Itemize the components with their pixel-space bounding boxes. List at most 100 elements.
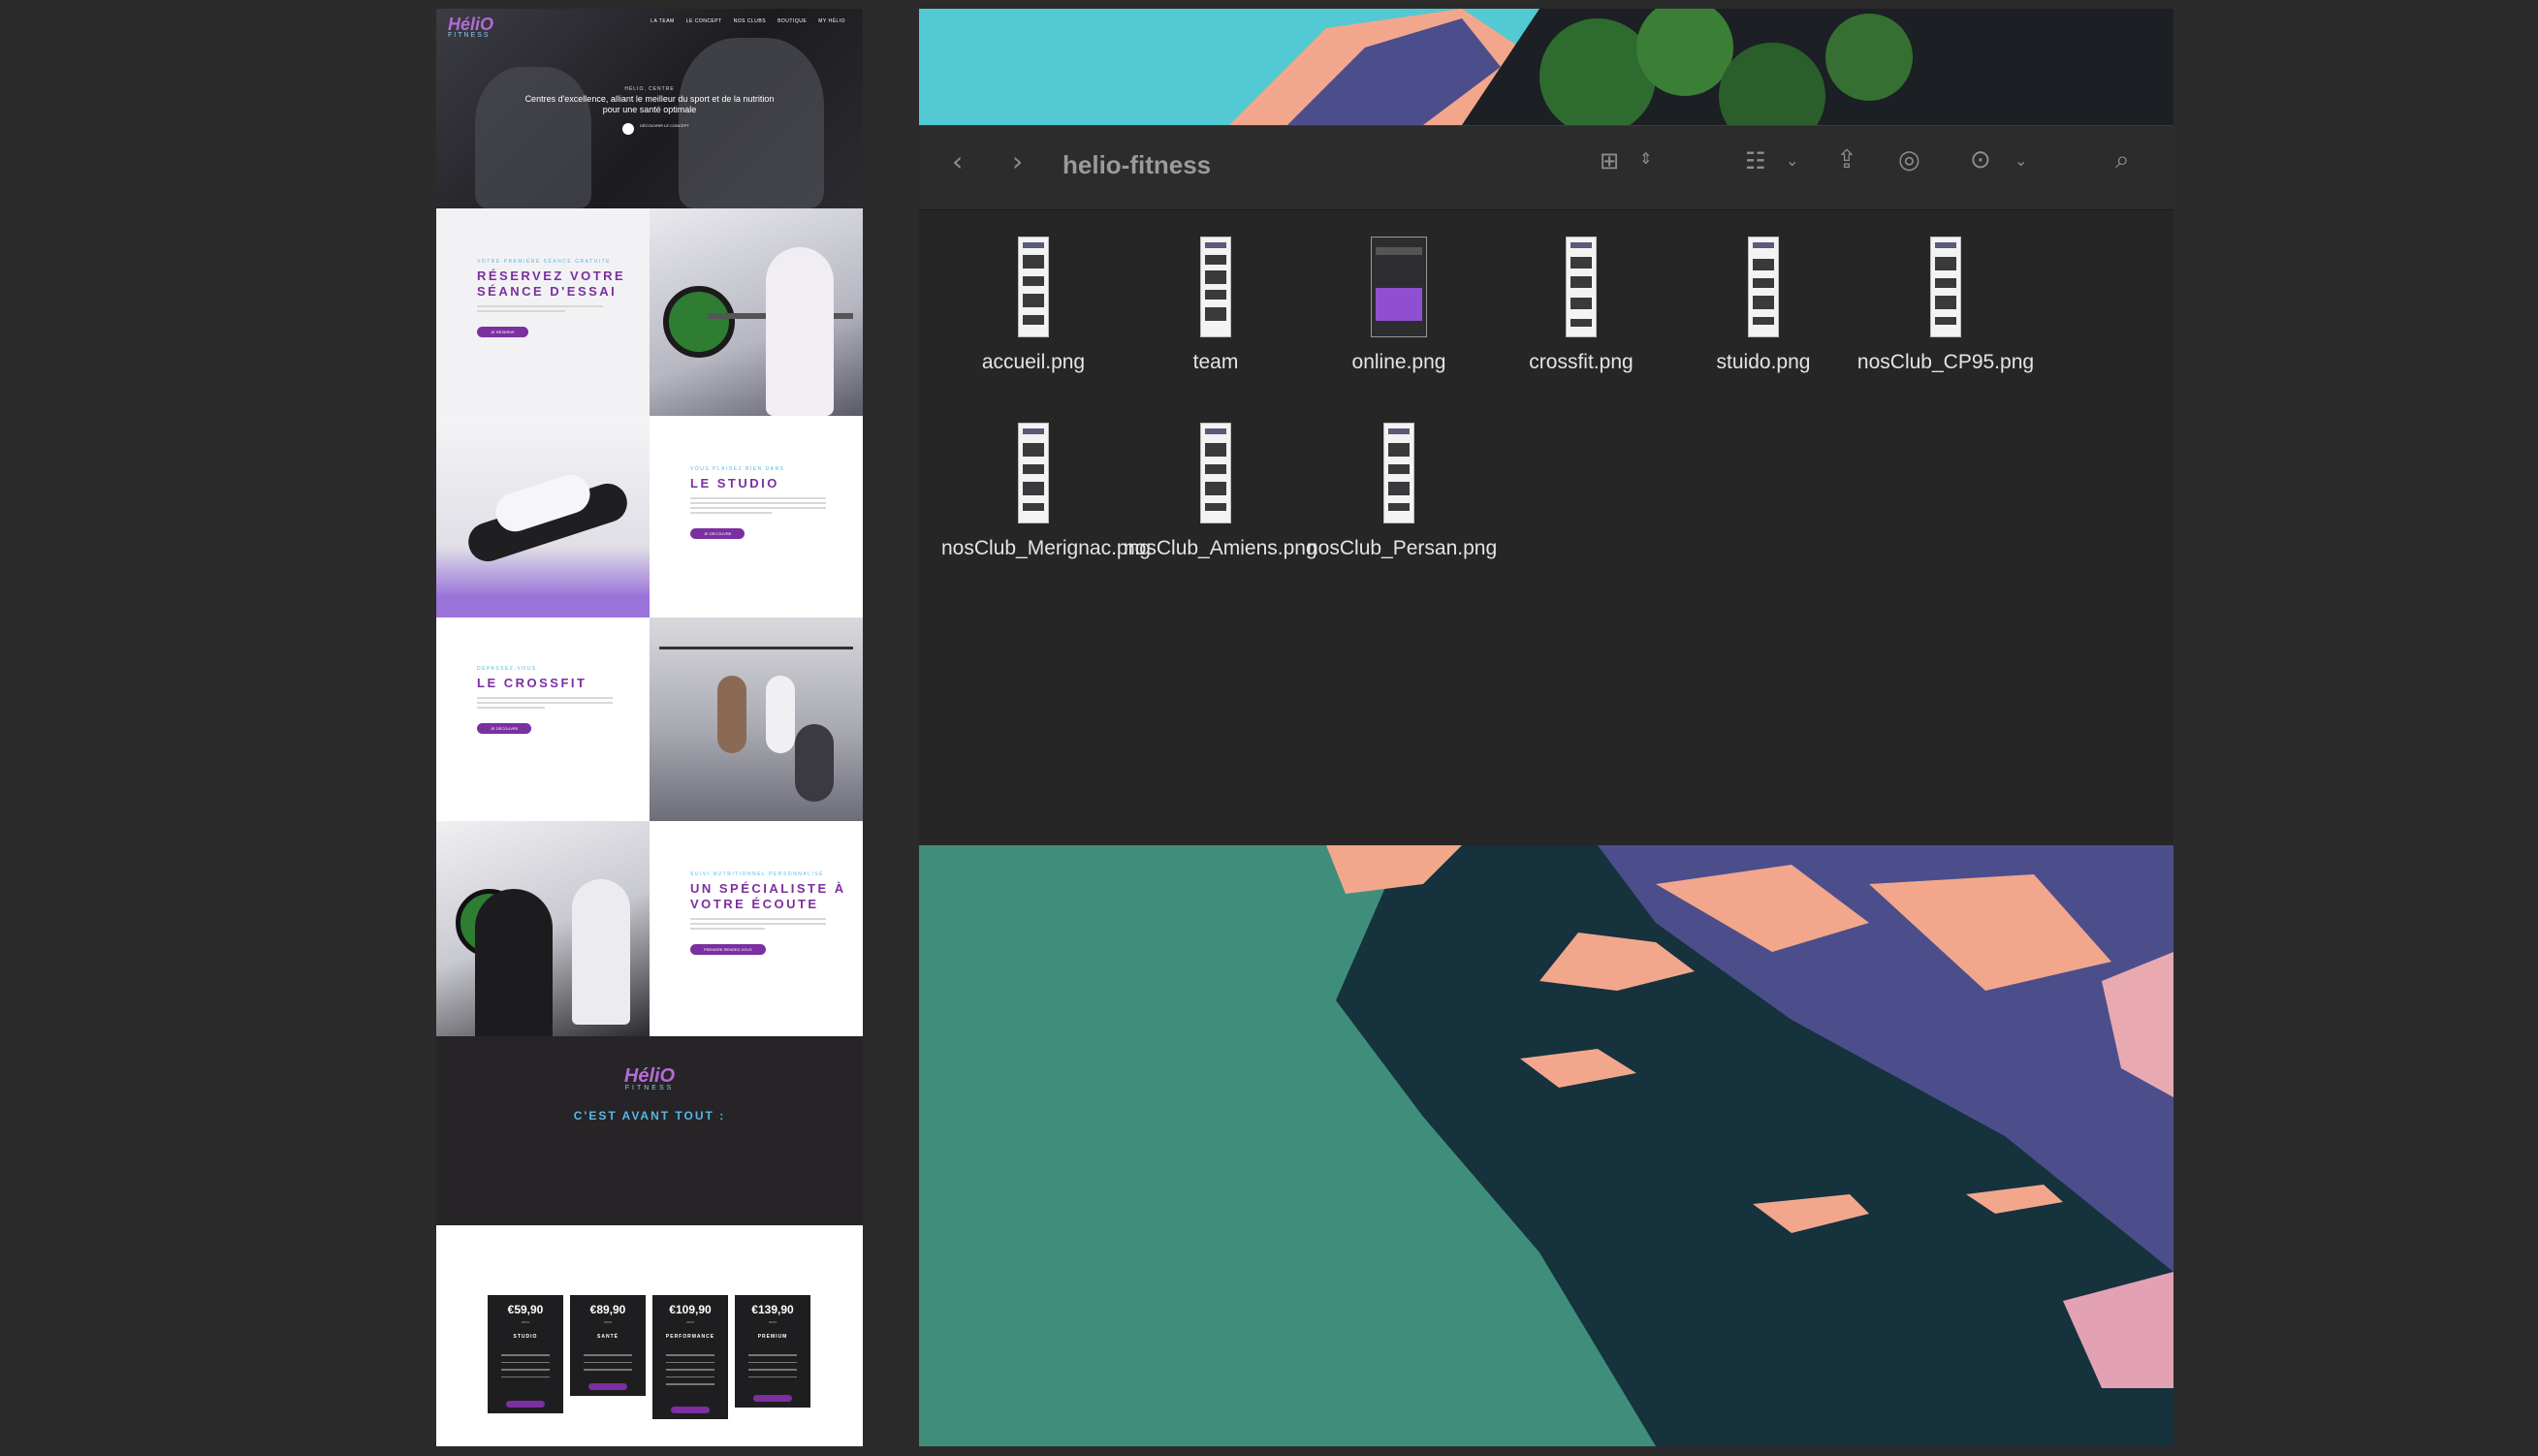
section-title: RÉSERVEZ VOTRE SÉANCE D'ESSAI xyxy=(477,269,626,299)
coaching-photo xyxy=(436,821,650,1036)
plan-name: PERFORMANCE xyxy=(665,1334,715,1340)
group-icon[interactable]: ☷ xyxy=(1745,147,1766,174)
nav-item: LA TEAM xyxy=(650,18,675,24)
pricing-card: €139,90 /MOIS PREMIUM xyxy=(735,1295,810,1408)
trial-session-section: VOTRE PREMIÈRE SÉANCE GRATUITE RÉSERVEZ … xyxy=(436,208,650,416)
plan-button xyxy=(671,1407,710,1413)
hero-section: HéliO FITNESS LA TEAM LE CONCEPT NOS CLUB… xyxy=(436,9,863,208)
nav-item: BOUTIQUE xyxy=(777,18,808,24)
nav-item: LE CONCEPT xyxy=(685,18,722,24)
file-thumbnail xyxy=(1566,237,1597,337)
hero-photo-figure xyxy=(679,38,824,208)
plan-period: /MOIS xyxy=(603,1320,613,1324)
pricing-card: €59,90 /MOIS STUDIO xyxy=(488,1295,563,1413)
crossfit-section: DÉPASSEZ-VOUS LE CROSSFIT JE DÉCOUVRE xyxy=(436,617,650,821)
footer-logo: HéliO FITNESS xyxy=(623,1065,676,1092)
section-eyebrow: SUIVI NUTRITIONNEL PERSONNALISÉ xyxy=(690,871,824,877)
file-name: crossfit.png xyxy=(1529,351,1634,373)
file-name: nosClub_Merignac.png xyxy=(941,537,1151,559)
chevron-updown-icon[interactable]: ⇕ xyxy=(1639,149,1652,168)
hero-scroll-label: DÉCOUVRIR LE CONCEPT xyxy=(640,123,689,128)
file-name: stuido.png xyxy=(1716,351,1811,373)
website-preview: HéliO FITNESS LA TEAM LE CONCEPT NOS CLUB… xyxy=(436,9,863,1446)
section-title: LE CROSSFIT xyxy=(477,676,587,690)
plan-name: PREMIUM xyxy=(757,1334,788,1340)
file-thumbnail xyxy=(1930,237,1961,337)
section-eyebrow: VOTRE PREMIÈRE SÉANCE GRATUITE xyxy=(477,259,611,265)
plan-button xyxy=(753,1395,792,1402)
hero-tagline: Centres d'excellence, alliant le meilleu… xyxy=(524,94,775,114)
plan-name: SANTÉ xyxy=(597,1334,619,1340)
site-logo: HéliO FITNESS xyxy=(448,15,494,39)
nutrition-section: SUIVI NUTRITIONNEL PERSONNALISÉ UN SPÉCI… xyxy=(650,821,863,1036)
desktop-wallpaper xyxy=(919,845,2173,1446)
file-item[interactable]: stuido.png xyxy=(1671,237,1856,376)
window-title: helio-fitness xyxy=(1063,150,1212,179)
file-thumbnail xyxy=(1748,237,1779,337)
file-name: nosClub_Amiens.png xyxy=(1124,537,1317,559)
desktop-wallpaper xyxy=(919,9,2173,125)
slogan-section: HéliO FITNESS C'EST AVANT TOUT : xyxy=(436,1036,863,1225)
section-button: JE RÉSERVE xyxy=(477,327,528,337)
nav-item: MY HÉLIO xyxy=(818,18,845,24)
chevron-down-icon[interactable]: ⌄ xyxy=(1786,151,1798,170)
file-item[interactable]: nosClub_Persan.png xyxy=(1307,423,1498,562)
share-icon[interactable]: ⇪ xyxy=(1836,145,1857,174)
wallpaper-art xyxy=(1326,845,2173,1446)
plan-price: €109,90 xyxy=(669,1303,712,1316)
forward-icon[interactable]: › xyxy=(1012,145,1023,177)
plan-button xyxy=(506,1401,545,1408)
section-title: LE STUDIO xyxy=(690,476,779,491)
file-thumbnail xyxy=(1018,237,1049,337)
file-thumbnail xyxy=(1371,237,1427,337)
pricing-section: €59,90 /MOIS STUDIO €89,90 /MOIS SANTÉ €… xyxy=(436,1225,863,1446)
nav-item: NOS CLUBS xyxy=(733,18,767,24)
file-name: online.png xyxy=(1351,351,1446,373)
plan-period: /MOIS xyxy=(768,1320,777,1324)
section-eyebrow: DÉPASSEZ-VOUS xyxy=(477,666,537,672)
site-nav: LA TEAM LE CONCEPT NOS CLUBS BOUTIQUE MY… xyxy=(650,18,845,24)
plan-price: €59,90 xyxy=(507,1303,544,1316)
plan-period: /MOIS xyxy=(685,1320,695,1324)
plan-name: STUDIO xyxy=(513,1334,538,1340)
barbell-photo xyxy=(650,208,863,416)
file-thumbnail xyxy=(1018,423,1049,523)
file-name: team xyxy=(1192,351,1239,373)
section-button: JE DÉCOUVRE xyxy=(690,528,746,539)
airdrop-icon[interactable]: ◎ xyxy=(1898,145,1920,174)
studio-photo xyxy=(436,416,650,617)
plan-period: /MOIS xyxy=(521,1320,530,1324)
file-thumbnail xyxy=(1200,423,1231,523)
section-title: UN SPÉCIALISTE À VOTRE ÉCOUTE xyxy=(690,881,846,911)
pricing-card: €109,90 /MOIS PERFORMANCE xyxy=(652,1295,728,1419)
file-name: accueil.png xyxy=(981,351,1086,373)
file-item[interactable]: accueil.png xyxy=(941,237,1126,376)
pricing-card: €89,90 /MOIS SANTÉ xyxy=(570,1295,646,1396)
file-name: nosClub_Persan.png xyxy=(1307,537,1498,559)
plan-price: €89,90 xyxy=(589,1303,626,1316)
finder-toolbar: ‹ › helio-fitness ⊞ ⇕ ☷ ⌄ ⇪ ◎ ⊙ ⌄ ⌕ xyxy=(919,126,2173,210)
file-thumbnail xyxy=(1200,237,1231,337)
plan-price: €139,90 xyxy=(751,1303,794,1316)
file-item[interactable]: team xyxy=(1124,237,1308,376)
file-item[interactable]: nosClub_Amiens.png xyxy=(1124,423,1317,562)
studio-section: VOUS PLAISEZ BIEN DANS LE STUDIO JE DÉCO… xyxy=(650,416,863,617)
file-item[interactable]: nosClub_Merignac.png xyxy=(941,423,1151,562)
file-item[interactable]: crossfit.png xyxy=(1489,237,1673,376)
section-button: PRENDRE RENDEZ-VOUS xyxy=(690,944,766,955)
plan-button xyxy=(588,1383,627,1390)
file-item[interactable]: online.png xyxy=(1307,237,1491,376)
hero-eyebrow: HÉLIO, CENTRE xyxy=(624,86,675,92)
chevron-down-icon[interactable]: ⌄ xyxy=(2015,151,2027,170)
search-icon[interactable]: ⌕ xyxy=(2115,145,2130,175)
file-thumbnail xyxy=(1383,423,1414,523)
finder-window: ‹ › helio-fitness ⊞ ⇕ ☷ ⌄ ⇪ ◎ ⊙ ⌄ ⌕ accu… xyxy=(919,125,2173,846)
file-item[interactable]: nosClub_CP95.png xyxy=(1854,237,2038,376)
more-icon[interactable]: ⊙ xyxy=(1970,145,1991,174)
back-icon[interactable]: ‹ xyxy=(952,145,963,177)
section-button: JE DÉCOUVRE xyxy=(477,723,532,734)
icon-view-icon[interactable]: ⊞ xyxy=(1600,147,1619,174)
section-eyebrow: VOUS PLAISEZ BIEN DANS xyxy=(690,466,785,472)
file-name: nosClub_CP95.png xyxy=(1856,351,2035,373)
scroll-icon xyxy=(622,123,634,135)
